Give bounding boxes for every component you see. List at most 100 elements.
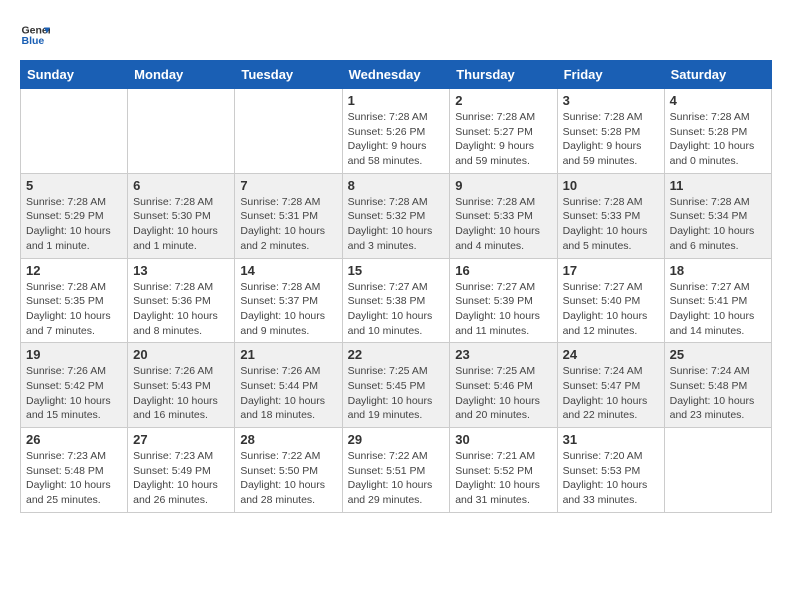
day-number: 12 [26, 263, 122, 278]
calendar-cell: 17Sunrise: 7:27 AM Sunset: 5:40 PM Dayli… [557, 258, 664, 343]
calendar-cell: 12 Sunrise: 7:28 AM Sunset: 5:35 PM Dayli… [21, 258, 128, 343]
day-info: Sunrise: 7:28 AM Sunset: 5:27 PM Dayligh… [455, 110, 551, 169]
day-number: 30 [455, 432, 551, 447]
day-number: 1 [348, 93, 445, 108]
day-info: Sunrise: 7:28 AM Sunset: 5:35 PM Dayligh… [26, 280, 122, 339]
weekday-header: Saturday [664, 61, 771, 89]
day-number: 14 [240, 263, 336, 278]
calendar-cell: 25 Sunrise: 7:24 AM Sunset: 5:48 PM Dayli… [664, 343, 771, 428]
day-info: Sunrise: 7:22 AM Sunset: 5:51 PM Dayligh… [348, 449, 445, 508]
calendar-cell: 1Sunrise: 7:28 AM Sunset: 5:26 PM Daylig… [342, 89, 450, 174]
day-number: 27 [133, 432, 229, 447]
weekday-header: Thursday [450, 61, 557, 89]
day-number: 13 [133, 263, 229, 278]
day-number: 28 [240, 432, 336, 447]
day-number: 25 [670, 347, 766, 362]
calendar-cell: 18Sunrise: 7:27 AM Sunset: 5:41 PM Dayli… [664, 258, 771, 343]
day-info: Sunrise: 7:28 AM Sunset: 5:32 PM Dayligh… [348, 195, 445, 254]
day-info: Sunrise: 7:28 AM Sunset: 5:33 PM Dayligh… [563, 195, 659, 254]
day-info: Sunrise: 7:24 AM Sunset: 5:47 PM Dayligh… [563, 364, 659, 423]
calendar-cell: 28 Sunrise: 7:22 AM Sunset: 5:50 PM Dayli… [235, 428, 342, 513]
day-number: 21 [240, 347, 336, 362]
weekday-header: Sunday [21, 61, 128, 89]
day-number: 15 [348, 263, 445, 278]
calendar-week-row: 26 Sunrise: 7:23 AM Sunset: 5:48 PM Dayli… [21, 428, 772, 513]
day-number: 31 [563, 432, 659, 447]
day-number: 2 [455, 93, 551, 108]
calendar-cell: 19 Sunrise: 7:26 AM Sunset: 5:42 PM Dayli… [21, 343, 128, 428]
day-info: Sunrise: 7:26 AM Sunset: 5:43 PM Dayligh… [133, 364, 229, 423]
calendar-week-row: 5 Sunrise: 7:28 AM Sunset: 5:29 PM Daylig… [21, 173, 772, 258]
calendar-cell: 6 Sunrise: 7:28 AM Sunset: 5:30 PM Daylig… [128, 173, 235, 258]
calendar-cell: 20Sunrise: 7:26 AM Sunset: 5:43 PM Dayli… [128, 343, 235, 428]
day-info: Sunrise: 7:27 AM Sunset: 5:41 PM Dayligh… [670, 280, 766, 339]
calendar-week-row: 19 Sunrise: 7:26 AM Sunset: 5:42 PM Dayli… [21, 343, 772, 428]
calendar-cell: 3Sunrise: 7:28 AM Sunset: 5:28 PM Daylig… [557, 89, 664, 174]
calendar-cell [664, 428, 771, 513]
day-info: Sunrise: 7:25 AM Sunset: 5:45 PM Dayligh… [348, 364, 445, 423]
logo-icon: General Blue [20, 20, 50, 50]
day-number: 9 [455, 178, 551, 193]
day-info: Sunrise: 7:23 AM Sunset: 5:48 PM Dayligh… [26, 449, 122, 508]
calendar-cell: 29 Sunrise: 7:22 AM Sunset: 5:51 PM Dayli… [342, 428, 450, 513]
day-number: 24 [563, 347, 659, 362]
calendar-cell: 8 Sunrise: 7:28 AM Sunset: 5:32 PM Daylig… [342, 173, 450, 258]
day-info: Sunrise: 7:26 AM Sunset: 5:44 PM Dayligh… [240, 364, 336, 423]
calendar-header-row: SundayMondayTuesdayWednesdayThursdayFrid… [21, 61, 772, 89]
weekday-header: Friday [557, 61, 664, 89]
day-number: 5 [26, 178, 122, 193]
calendar-cell: 14Sunrise: 7:28 AM Sunset: 5:37 PM Dayli… [235, 258, 342, 343]
day-info: Sunrise: 7:27 AM Sunset: 5:38 PM Dayligh… [348, 280, 445, 339]
day-number: 10 [563, 178, 659, 193]
day-number: 17 [563, 263, 659, 278]
day-number: 29 [348, 432, 445, 447]
weekday-header: Wednesday [342, 61, 450, 89]
day-number: 16 [455, 263, 551, 278]
day-info: Sunrise: 7:24 AM Sunset: 5:48 PM Dayligh… [670, 364, 766, 423]
calendar-table: SundayMondayTuesdayWednesdayThursdayFrid… [20, 60, 772, 513]
day-number: 22 [348, 347, 445, 362]
day-info: Sunrise: 7:21 AM Sunset: 5:52 PM Dayligh… [455, 449, 551, 508]
day-number: 26 [26, 432, 122, 447]
day-info: Sunrise: 7:25 AM Sunset: 5:46 PM Dayligh… [455, 364, 551, 423]
calendar-cell: 7Sunrise: 7:28 AM Sunset: 5:31 PM Daylig… [235, 173, 342, 258]
day-number: 8 [348, 178, 445, 193]
calendar-cell: 16 Sunrise: 7:27 AM Sunset: 5:39 PM Dayli… [450, 258, 557, 343]
calendar-cell: 26 Sunrise: 7:23 AM Sunset: 5:48 PM Dayli… [21, 428, 128, 513]
calendar-cell: 22 Sunrise: 7:25 AM Sunset: 5:45 PM Dayli… [342, 343, 450, 428]
calendar-cell: 2 Sunrise: 7:28 AM Sunset: 5:27 PM Daylig… [450, 89, 557, 174]
weekday-header: Monday [128, 61, 235, 89]
day-number: 3 [563, 93, 659, 108]
day-info: Sunrise: 7:22 AM Sunset: 5:50 PM Dayligh… [240, 449, 336, 508]
calendar-cell: 4Sunrise: 7:28 AM Sunset: 5:28 PM Daylig… [664, 89, 771, 174]
calendar-cell: 11 Sunrise: 7:28 AM Sunset: 5:34 PM Dayli… [664, 173, 771, 258]
calendar-cell: 10 Sunrise: 7:28 AM Sunset: 5:33 PM Dayli… [557, 173, 664, 258]
calendar-cell [128, 89, 235, 174]
day-number: 19 [26, 347, 122, 362]
calendar-cell: 30 Sunrise: 7:21 AM Sunset: 5:52 PM Dayli… [450, 428, 557, 513]
weekday-header: Tuesday [235, 61, 342, 89]
calendar-cell: 15 Sunrise: 7:27 AM Sunset: 5:38 PM Dayli… [342, 258, 450, 343]
day-number: 7 [240, 178, 336, 193]
day-number: 23 [455, 347, 551, 362]
day-info: Sunrise: 7:28 AM Sunset: 5:29 PM Dayligh… [26, 195, 122, 254]
calendar-week-row: 1Sunrise: 7:28 AM Sunset: 5:26 PM Daylig… [21, 89, 772, 174]
day-number: 6 [133, 178, 229, 193]
calendar-cell [21, 89, 128, 174]
day-info: Sunrise: 7:28 AM Sunset: 5:33 PM Dayligh… [455, 195, 551, 254]
day-number: 11 [670, 178, 766, 193]
day-info: Sunrise: 7:28 AM Sunset: 5:30 PM Dayligh… [133, 195, 229, 254]
day-info: Sunrise: 7:28 AM Sunset: 5:28 PM Dayligh… [670, 110, 766, 169]
svg-text:Blue: Blue [22, 35, 45, 47]
day-info: Sunrise: 7:27 AM Sunset: 5:39 PM Dayligh… [455, 280, 551, 339]
day-info: Sunrise: 7:28 AM Sunset: 5:36 PM Dayligh… [133, 280, 229, 339]
calendar-cell: 24 Sunrise: 7:24 AM Sunset: 5:47 PM Dayli… [557, 343, 664, 428]
calendar-cell: 27 Sunrise: 7:23 AM Sunset: 5:49 PM Dayli… [128, 428, 235, 513]
day-info: Sunrise: 7:28 AM Sunset: 5:34 PM Dayligh… [670, 195, 766, 254]
day-info: Sunrise: 7:23 AM Sunset: 5:49 PM Dayligh… [133, 449, 229, 508]
calendar-cell: 21 Sunrise: 7:26 AM Sunset: 5:44 PM Dayli… [235, 343, 342, 428]
calendar-cell: 23 Sunrise: 7:25 AM Sunset: 5:46 PM Dayli… [450, 343, 557, 428]
day-info: Sunrise: 7:26 AM Sunset: 5:42 PM Dayligh… [26, 364, 122, 423]
day-info: Sunrise: 7:20 AM Sunset: 5:53 PM Dayligh… [563, 449, 659, 508]
calendar-week-row: 12 Sunrise: 7:28 AM Sunset: 5:35 PM Dayli… [21, 258, 772, 343]
